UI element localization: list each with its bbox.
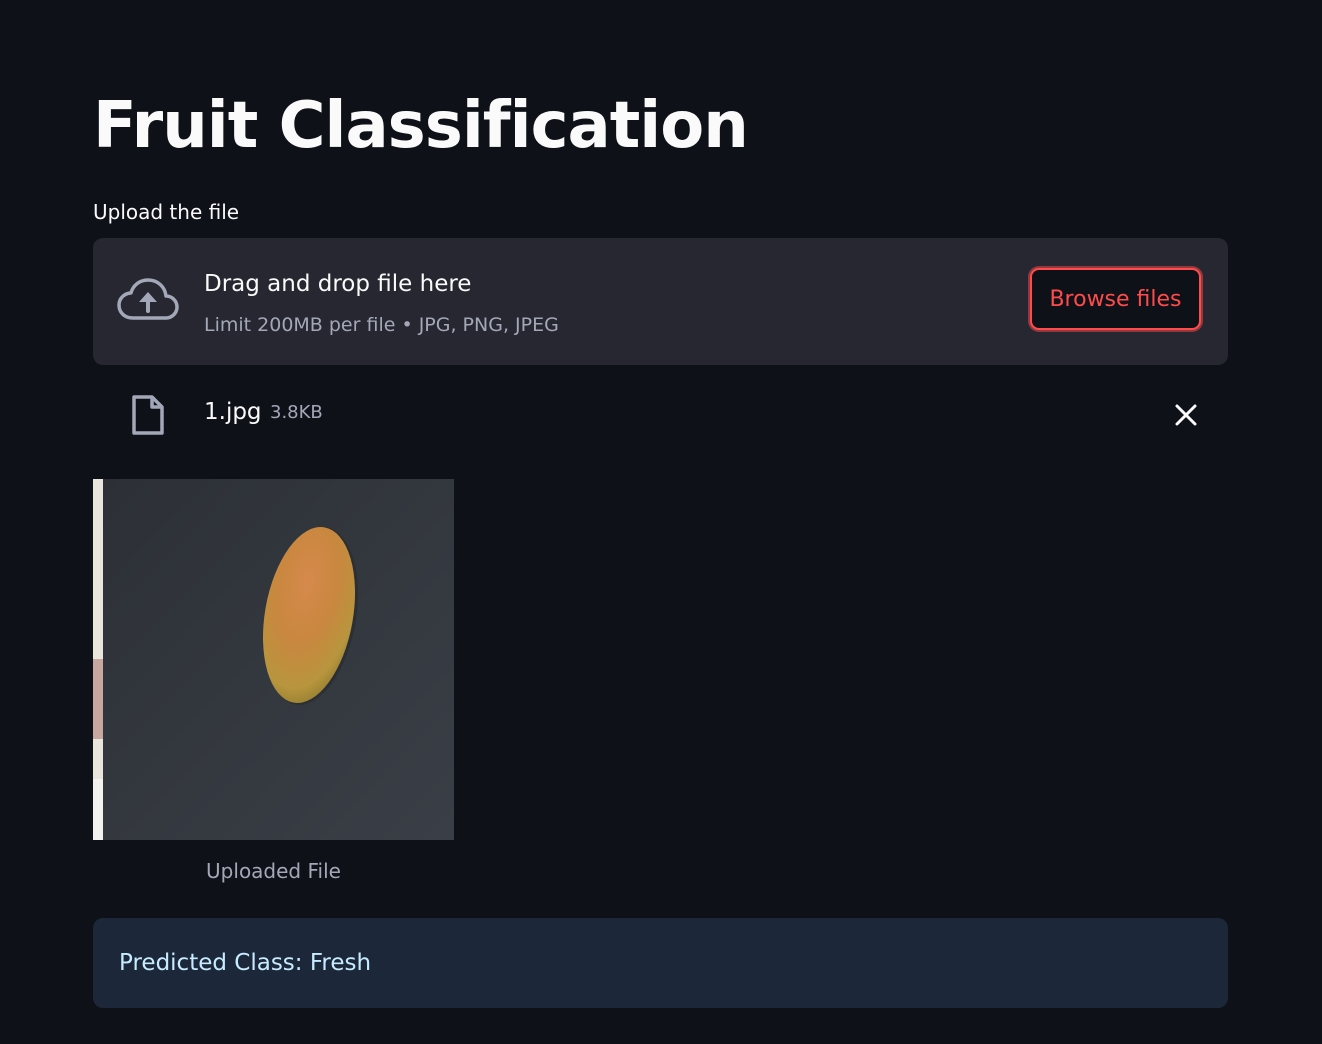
uploaded-file-name: 1.jpg <box>204 399 262 425</box>
prediction-alert: Predicted Class: Fresh <box>93 918 1228 1008</box>
browse-files-button[interactable]: Browse files <box>1030 268 1201 330</box>
file-dropzone[interactable]: Drag and drop file here Limit 200MB per … <box>93 238 1228 365</box>
uploaded-file-size: 3.8KB <box>270 402 323 423</box>
close-icon[interactable] <box>1173 402 1199 428</box>
prediction-result-text: Predicted Class: Fresh <box>119 950 372 976</box>
dropzone-instructions: Drag and drop file here <box>204 271 472 297</box>
uploaded-fruit-image <box>93 479 454 840</box>
dropzone-limit-text: Limit 200MB per file • JPG, PNG, JPEG <box>204 314 559 336</box>
file-icon <box>132 395 164 435</box>
image-caption: Uploaded File <box>206 859 341 883</box>
app-page: Fruit Classification Upload the file Dra… <box>0 0 1322 1044</box>
cloud-upload-icon <box>117 278 179 320</box>
page-title: Fruit Classification <box>93 89 749 163</box>
uploaded-file-item: 1.jpg 3.8KB <box>93 390 1228 440</box>
upload-label: Upload the file <box>93 200 240 224</box>
